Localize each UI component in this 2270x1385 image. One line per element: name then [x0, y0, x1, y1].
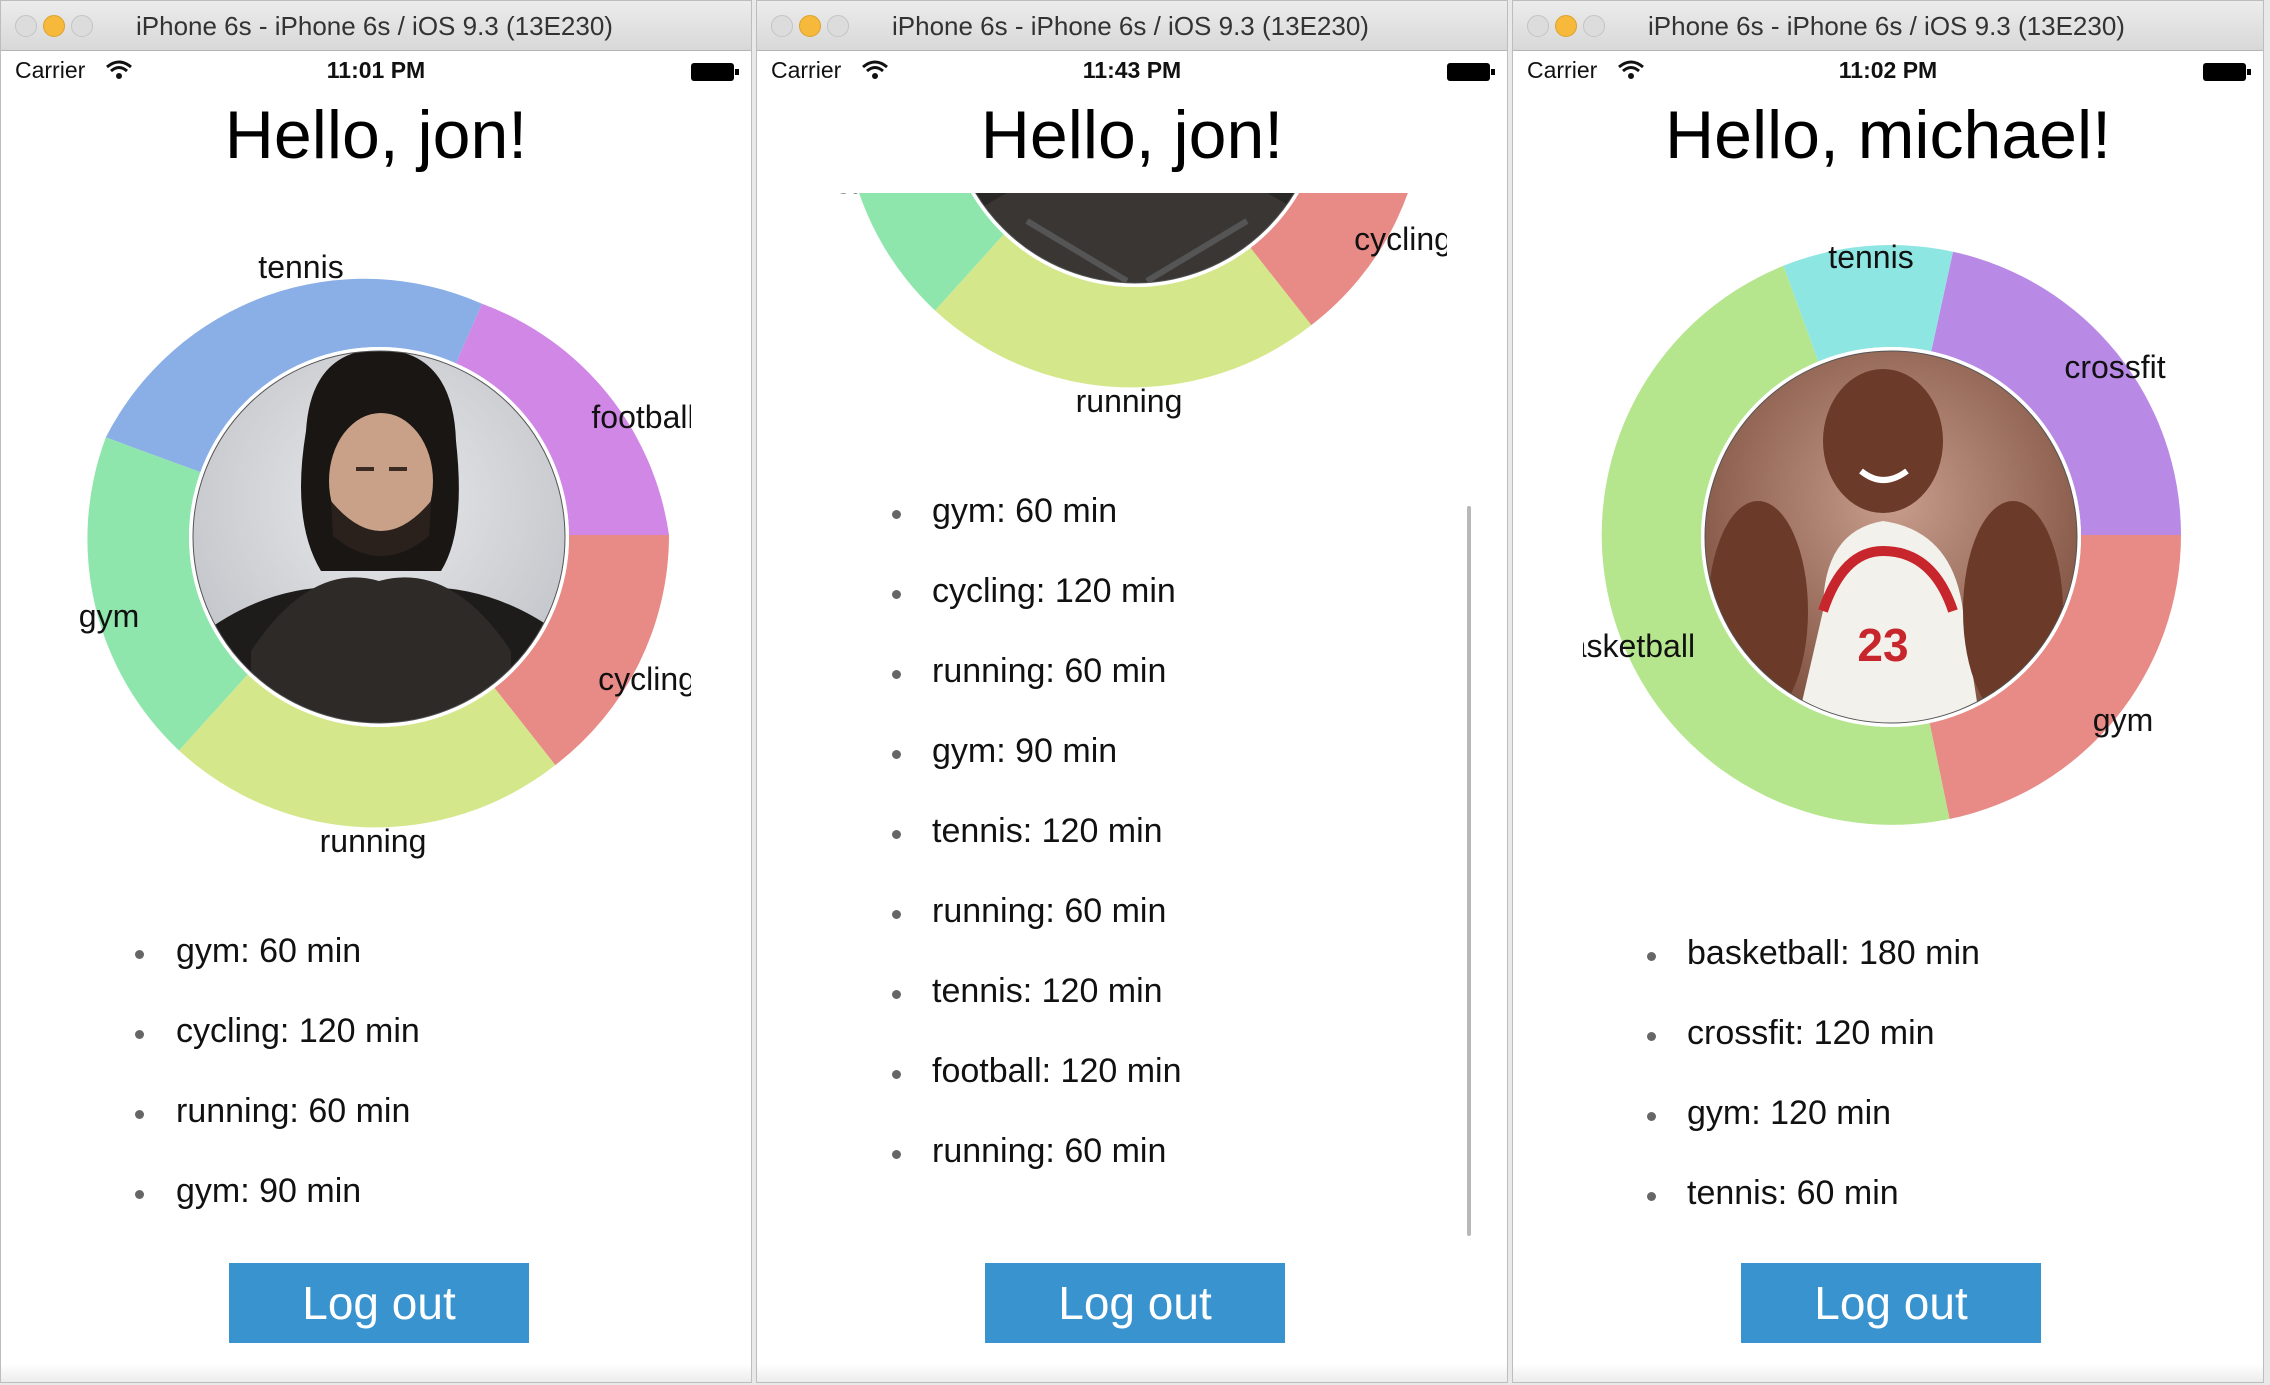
logout-button[interactable]: Log out	[1741, 1263, 2041, 1343]
window-titlebar: iPhone 6s - iPhone 6s / iOS 9.3 (13E230)	[1513, 1, 2263, 51]
window-title: iPhone 6s - iPhone 6s / iOS 9.3 (13E230)	[136, 11, 613, 41]
battery-icon	[1447, 63, 1495, 81]
chart-label-gym: gym	[835, 193, 895, 194]
greeting-heading: Hello, jon!	[224, 97, 528, 173]
logout-button[interactable]: Log out	[229, 1263, 529, 1343]
logout-button[interactable]: Log out	[985, 1263, 1285, 1343]
chart-label-gym: gym	[79, 598, 139, 634]
status-bar: Carrier 11:01 PM	[1, 51, 751, 91]
minimize-button[interactable]	[43, 15, 65, 37]
activity-donut-chart: tennis football gym cycling running	[79, 249, 691, 859]
svg-text:23: 23	[1857, 619, 1908, 671]
status-time: 11:43 PM	[1082, 57, 1182, 83]
close-button[interactable]	[771, 15, 793, 37]
battery-icon	[691, 63, 739, 81]
status-time: 11:02 PM	[1838, 57, 1938, 83]
window-title: iPhone 6s - iPhone 6s / iOS 9.3 (13E230)	[1648, 11, 2125, 41]
minimize-button[interactable]	[799, 15, 821, 37]
simulator-window-jon-scrolled: iPhone 6s - iPhone 6s / iOS 9.3 (13E230)…	[756, 0, 1508, 1383]
scrollbar[interactable]	[1467, 506, 1471, 1236]
chart-label-tennis: tennis	[258, 249, 343, 285]
status-bar: Carrier 11:43 PM	[757, 51, 1507, 91]
activity-donut-chart: gym cycling running	[835, 193, 1447, 419]
status-bar: Carrier 11:02 PM	[1513, 51, 2263, 91]
chart-label-basketball: basketball	[1583, 628, 1695, 664]
chart-label-gym: gym	[2093, 702, 2153, 738]
close-button[interactable]	[1527, 15, 1549, 37]
chart-label-running: running	[1076, 383, 1183, 419]
chart-label-football: football	[591, 399, 691, 435]
status-time: 11:01 PM	[326, 57, 426, 83]
zoom-button[interactable]	[71, 15, 93, 37]
window-titlebar: iPhone 6s - iPhone 6s / iOS 9.3 (13E230)	[1, 1, 751, 51]
chart-label-tennis: tennis	[1828, 239, 1913, 275]
greeting-heading: Hello, jon!	[980, 97, 1284, 173]
zoom-button[interactable]	[1583, 15, 1605, 37]
close-button[interactable]	[15, 15, 37, 37]
window-titlebar: iPhone 6s - iPhone 6s / iOS 9.3 (13E230)	[757, 1, 1507, 51]
battery-icon	[2203, 63, 2251, 81]
simulator-window-michael: iPhone 6s - iPhone 6s / iOS 9.3 (13E230)…	[1512, 0, 2264, 1383]
chart-label-running: running	[320, 823, 427, 859]
minimize-button[interactable]	[1555, 15, 1577, 37]
chart-label-cycling: cycling	[1354, 221, 1447, 257]
simulator-window-jon: iPhone 6s - iPhone 6s / iOS 9.3 (13E230)…	[0, 0, 752, 1383]
activity-donut-chart: 23 tennis crossfit basketball gym	[1583, 239, 2181, 825]
greeting-heading: Hello, michael!	[1665, 97, 2111, 173]
window-title: iPhone 6s - iPhone 6s / iOS 9.3 (13E230)	[892, 11, 1369, 41]
chart-label-crossfit: crossfit	[2064, 349, 2165, 385]
chart-label-cycling: cycling	[598, 661, 691, 697]
scrolled-chart-viewport[interactable]: gym cycling running	[757, 193, 1507, 453]
zoom-button[interactable]	[827, 15, 849, 37]
